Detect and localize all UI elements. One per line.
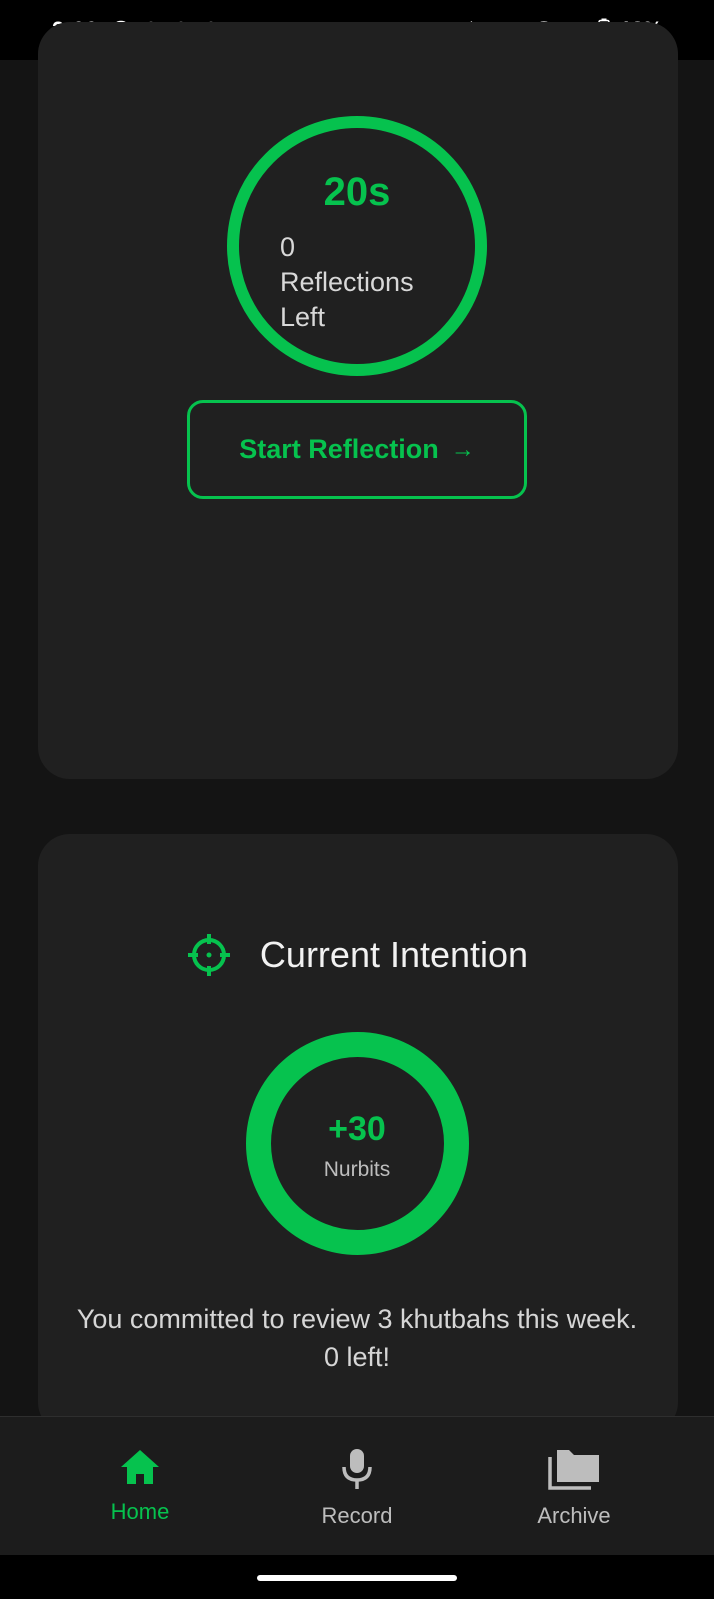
nav-label-record: Record <box>321 1503 393 1528</box>
reflections-label-line1: Reflections <box>280 267 414 297</box>
reflections-count: 0 <box>280 232 296 262</box>
nav-item-record[interactable]: Record <box>277 1417 437 1555</box>
nav-item-home[interactable]: Home <box>60 1417 220 1555</box>
nurbits-value: +30 <box>328 1110 386 1148</box>
intention-title: Current Intention <box>259 934 529 975</box>
reflections-left: 0 Reflections Left <box>280 230 414 335</box>
microphone-icon <box>335 1447 379 1491</box>
nav-item-archive[interactable]: Archive <box>494 1417 654 1555</box>
intention-header: Current Intention <box>0 932 714 978</box>
home-gesture-bar[interactable] <box>257 1575 457 1581</box>
start-reflection-label: Start Reflection <box>239 434 439 464</box>
gesture-area <box>0 1555 714 1599</box>
home-icon <box>118 1447 162 1487</box>
start-reflection-button[interactable]: Start Reflection → <box>187 400 527 499</box>
nurbits-label: Nurbits <box>323 1158 391 1181</box>
reflections-label-line2: Left <box>280 302 326 332</box>
folders-icon <box>547 1447 601 1491</box>
bottom-navigation: Home Record Archive <box>0 1416 714 1555</box>
nav-label-archive: Archive <box>537 1503 611 1528</box>
arrow-right-icon: → <box>450 435 475 463</box>
target-icon <box>186 932 232 978</box>
nav-label-home: Home <box>110 1499 170 1524</box>
timer-value: 20s <box>323 170 391 214</box>
commitment-text: You committed to review 3 khutbahs this … <box>76 1304 638 1372</box>
